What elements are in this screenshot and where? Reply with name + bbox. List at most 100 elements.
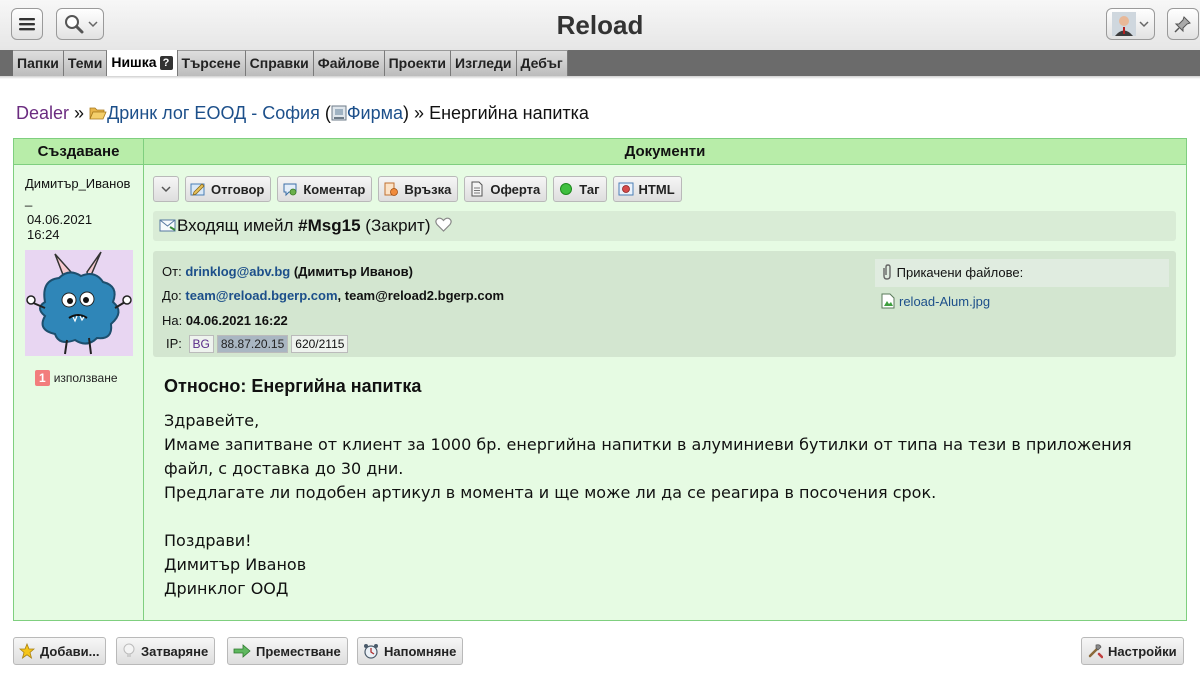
breadcrumb-folder-link[interactable]: Дринк лог ЕООД - София	[107, 103, 320, 123]
date-value: 04.06.2021 16:22	[185, 313, 288, 328]
add-button[interactable]: Добави...	[13, 637, 107, 665]
app-title: Reload	[556, 10, 644, 40]
pin-button[interactable]	[1167, 8, 1199, 40]
column-divider	[143, 165, 144, 620]
reminder-button[interactable]: Напомняне	[357, 637, 464, 665]
avatar	[25, 250, 133, 356]
add-label: Добави...	[40, 643, 100, 659]
tag-button[interactable]: Таг	[553, 176, 607, 202]
hamburger-icon	[19, 18, 35, 31]
email-body: Здравейте, Имаме запитване от клиент за …	[164, 409, 1174, 601]
star-icon	[19, 643, 35, 659]
pin-icon	[1174, 16, 1191, 33]
chevron-down-icon	[161, 186, 171, 193]
tab-thread[interactable]: Нишка?	[107, 50, 178, 76]
to-label: До:	[162, 288, 182, 303]
help-icon[interactable]: ?	[159, 56, 173, 70]
incoming-email-icon	[159, 219, 176, 232]
link-icon	[384, 182, 399, 196]
breadcrumb: Dealer » Дринк лог ЕООД - София ( Фирма)…	[16, 103, 589, 124]
move-label: Преместване	[256, 643, 341, 659]
attachment-item[interactable]: reload-Alum.jpg	[881, 293, 990, 309]
tab-folders[interactable]: Папки	[13, 50, 64, 76]
breadcrumb-separator: »	[74, 103, 85, 123]
tabs-shadow	[0, 76, 1200, 79]
email-handle[interactable]: #Msg15	[298, 216, 360, 235]
settings-button[interactable]: Настройки	[1081, 637, 1184, 665]
from-email-link[interactable]: drinklog@abv.bg	[185, 264, 290, 279]
main-menu-button[interactable]	[11, 8, 43, 40]
search-button[interactable]	[56, 8, 104, 40]
tab-files[interactable]: Файлове	[313, 50, 385, 76]
offer-button[interactable]: Оферта	[464, 176, 548, 202]
author-datetime: 04.06.2021 16:24	[27, 212, 137, 242]
comment-icon	[283, 183, 297, 197]
more-actions-dropdown[interactable]	[153, 176, 179, 202]
ip-count-tag: 620/2115	[291, 335, 349, 353]
user-menu-button[interactable]	[1106, 8, 1155, 40]
body-line: Димитър Иванов	[164, 555, 307, 574]
body-line: Здравейте,	[164, 411, 260, 430]
tab-thread-label: Нишка	[111, 54, 157, 70]
html-button[interactable]: HTML	[612, 176, 682, 202]
monster-avatar-image	[26, 251, 132, 355]
main-tabs: Папки Теми Нишка? Търсене Справки Файлов…	[0, 50, 1200, 76]
tab-topics[interactable]: Теми	[63, 50, 108, 76]
tab-search[interactable]: Търсене	[177, 50, 246, 76]
magnifier-icon	[64, 15, 83, 34]
to-email-secondary: , team@reload2.bgerp.com	[337, 288, 505, 303]
tab-debug[interactable]: Дебъг	[516, 50, 568, 76]
reply-label: Отговор	[211, 181, 265, 197]
comment-button[interactable]: Коментар	[277, 176, 373, 202]
breadcrumb-current: Енергийна напитка	[429, 103, 589, 123]
email-title-prefix: Входящ имейл	[177, 216, 294, 235]
ip-country-tag: BG	[188, 335, 214, 353]
link-button[interactable]: Връзка	[378, 176, 459, 202]
tab-reports[interactable]: Справки	[245, 50, 314, 76]
html-label: HTML	[638, 181, 675, 197]
email-title-bar: Входящ имейл #Msg15 (Закрит)	[153, 211, 1176, 241]
document-icon	[471, 181, 483, 197]
author-time: 16:24	[27, 227, 60, 242]
email-state: (Закрит)	[365, 216, 431, 235]
breadcrumb-type-link[interactable]: Фирма	[347, 103, 403, 123]
lightbulb-icon	[123, 643, 135, 657]
green-dot-icon	[560, 183, 573, 195]
usage-label: използване	[53, 371, 118, 385]
close-button[interactable]: Затваряне	[116, 637, 216, 665]
close-label: Затваряне	[141, 643, 209, 659]
usage-counter: 1 използване	[35, 370, 118, 386]
body-line: Имаме запитване от клиент за 1000 бр. ен…	[164, 435, 1132, 478]
from-line: От: drinklog@abv.bg (Димитър Иванов)	[162, 264, 413, 279]
ip-line: IP: BG 88.87.20.15 620/2115	[166, 335, 349, 353]
to-email-link[interactable]: team@reload.bgerp.com	[185, 288, 337, 303]
image-file-icon	[881, 293, 895, 309]
attachment-filename: reload-Alum.jpg	[899, 293, 991, 309]
attachments-header: Прикачени файлове:	[875, 259, 1169, 287]
from-label: От:	[162, 264, 182, 279]
reply-button[interactable]: Отговор	[185, 176, 272, 202]
column-header-documents: Документи	[144, 139, 1186, 165]
tab-projects[interactable]: Проекти	[384, 50, 452, 76]
body-line	[164, 505, 1174, 529]
move-button[interactable]: Преместване	[227, 637, 348, 665]
chevron-down-icon	[87, 21, 98, 28]
usage-count-badge: 1	[35, 370, 50, 386]
top-bar: Reload	[0, 0, 1200, 50]
comment-label: Коментар	[303, 181, 366, 197]
settings-label: Настройки	[1108, 643, 1177, 659]
body-line: Дринклог ООД	[164, 579, 289, 598]
thread-table: Създаване Документи Димитър_Иванов_ 04.0…	[13, 138, 1187, 621]
heart-icon[interactable]	[435, 217, 452, 232]
ip-address-tag[interactable]: 88.87.20.15	[216, 335, 289, 353]
breadcrumb-root-link[interactable]: Dealer	[16, 103, 69, 123]
tab-views[interactable]: Изгледи	[451, 50, 517, 76]
company-icon	[331, 105, 347, 121]
document-toolbar: Отговор Коментар Връзка Оферта Таг HTML	[153, 176, 682, 202]
breadcrumb-paren-close: )	[403, 103, 410, 123]
author-name[interactable]: Димитър_Иванов_	[25, 176, 135, 208]
user-avatar-icon	[1112, 12, 1136, 36]
link-label: Връзка	[404, 181, 452, 197]
html-icon	[618, 182, 634, 196]
reminder-label: Напомняне	[384, 643, 457, 659]
